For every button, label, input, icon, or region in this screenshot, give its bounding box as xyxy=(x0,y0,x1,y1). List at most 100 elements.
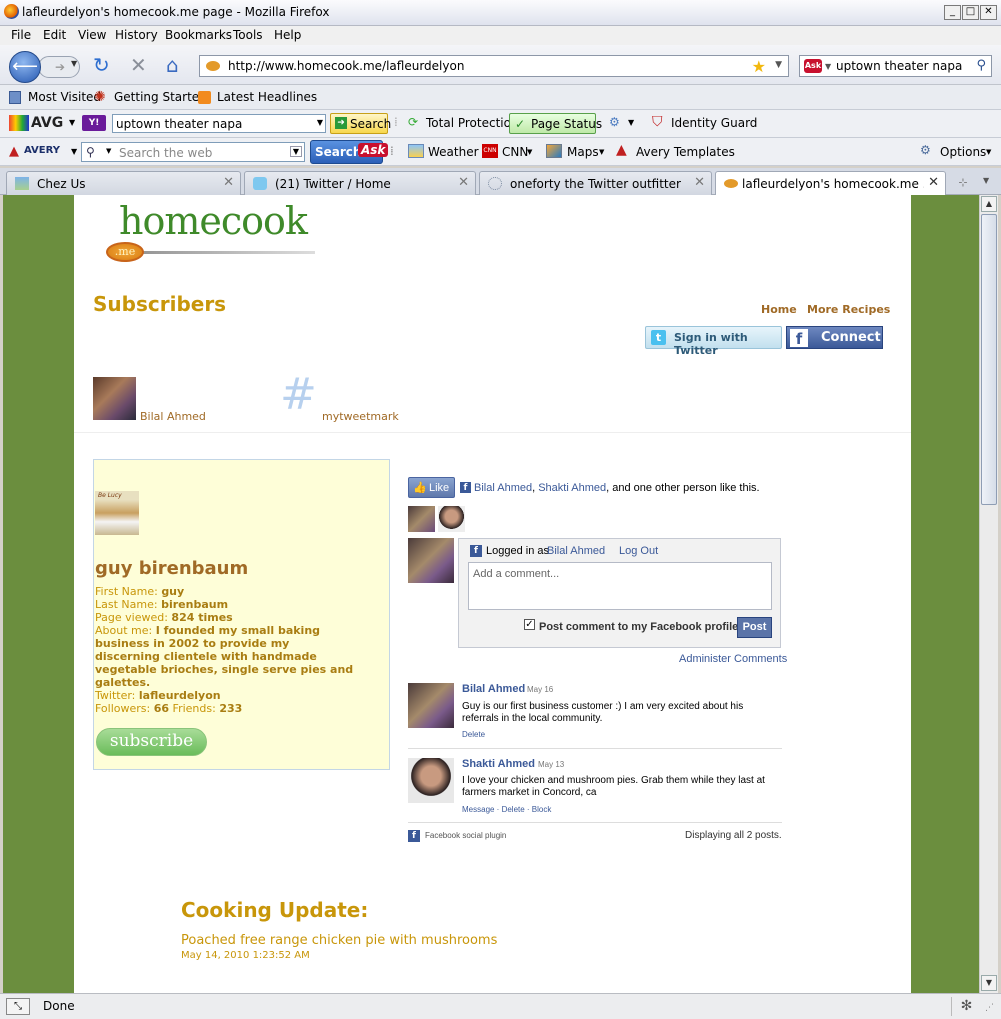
tab-twitter-home[interactable]: (21) Twitter / Home ✕ xyxy=(244,171,476,195)
vertical-scrollbar[interactable]: ▲ ▼ xyxy=(979,195,998,993)
liker-avatar[interactable] xyxy=(438,506,465,532)
facebook-like-button[interactable]: 👍 Like xyxy=(408,477,455,498)
maximize-button[interactable]: □ xyxy=(962,5,979,20)
subscriber-name-link[interactable]: mytweetmark xyxy=(322,410,399,423)
ask-engine-dropdown-icon[interactable]: ▼ xyxy=(106,147,111,155)
update-title[interactable]: Poached free range chicken pie with mush… xyxy=(181,933,497,948)
tab-close-icon[interactable]: ✕ xyxy=(458,175,469,190)
ask-search-button[interactable]: Search Ask xyxy=(310,140,389,164)
tab-chez-us[interactable]: Chez Us ✕ xyxy=(6,171,241,195)
avg-search-button[interactable]: ➜ Search xyxy=(330,113,392,134)
menu-tools[interactable]: Tools xyxy=(233,28,263,42)
page-status-button[interactable]: ✓ Page Status xyxy=(509,113,602,134)
url-bar[interactable]: http://www.homecook.me/lafleurdelyon ★ ▼ xyxy=(199,55,789,77)
hashtag-icon[interactable]: # xyxy=(280,373,317,417)
scroll-up-icon[interactable]: ▲ xyxy=(981,196,997,212)
twitter-row: Twitter: lafleurdelyon xyxy=(95,689,221,702)
logged-in-user-link[interactable]: Bilal Ahmed xyxy=(547,545,605,557)
commenter-avatar[interactable] xyxy=(408,758,454,803)
comment-input[interactable]: Add a comment... xyxy=(468,562,772,610)
page-viewed-row: Page viewed: 824 times xyxy=(95,611,233,624)
yahoo-logo-icon[interactable]: Y! xyxy=(82,115,106,131)
avg-tools-icon[interactable]: ⚙ xyxy=(609,115,620,129)
tab-oneforty[interactable]: oneforty the Twitter outfitter ✕ xyxy=(479,171,712,195)
addon-icon[interactable]: ✻ xyxy=(951,997,981,1016)
cnn-dropdown-icon[interactable]: ▼ xyxy=(527,148,532,156)
avery-templates-button[interactable]: Avery Templates xyxy=(636,145,735,159)
menu-history[interactable]: History xyxy=(115,28,158,42)
search-icon[interactable]: ⚲ xyxy=(976,58,986,73)
scroll-thumb[interactable] xyxy=(981,214,997,505)
maps-dropdown-icon[interactable]: ▼ xyxy=(599,148,604,156)
post-button[interactable]: Post xyxy=(737,617,772,638)
facebook-connect-button[interactable]: f Connect xyxy=(786,326,883,349)
avg-search-dropdown-icon[interactable]: ▼ xyxy=(317,118,323,127)
reload-icon[interactable]: ↻ xyxy=(93,55,110,75)
scroll-down-icon[interactable]: ▼ xyxy=(981,975,997,991)
engine-dropdown-icon[interactable]: ▼ xyxy=(825,62,831,71)
post-to-profile-checkbox[interactable]: ✓ xyxy=(524,619,535,630)
sign-in-twitter-button[interactable]: t Sign in with Twitter xyxy=(645,326,782,357)
history-dropdown-icon[interactable]: ▼ xyxy=(71,59,77,68)
cnn-button[interactable]: CNN xyxy=(502,145,528,159)
url-dropdown-icon[interactable]: ▼ xyxy=(775,60,782,70)
identity-guard-button[interactable]: Identity Guard xyxy=(671,116,757,130)
total-protection-button[interactable]: Total Protection xyxy=(426,116,519,130)
close-button[interactable]: ✕ xyxy=(980,5,997,20)
avg-search-input[interactable]: uptown theater napa ▼ xyxy=(112,114,326,133)
ask-search-input[interactable]: ⚲ ▼ Search the web ▼ xyxy=(81,142,305,162)
comment-divider xyxy=(408,822,782,823)
comment-author[interactable]: Bilal Ahmed xyxy=(462,683,525,695)
bookmark-most-visited[interactable]: Most Visited xyxy=(28,90,101,104)
menu-edit[interactable]: Edit xyxy=(43,28,66,42)
options-button[interactable]: Options xyxy=(940,145,986,159)
bookmark-star-icon[interactable]: ★ xyxy=(752,57,766,76)
avg-menu-dropdown-icon[interactable]: ▼ xyxy=(69,118,75,127)
commenter-avatar[interactable] xyxy=(408,683,454,728)
menu-view[interactable]: View xyxy=(78,28,106,42)
subscribe-button[interactable]: subscribe xyxy=(96,728,207,756)
options-dropdown-icon[interactable]: ▼ xyxy=(986,148,991,156)
subscriber-name-link[interactable]: Bilal Ahmed xyxy=(140,410,206,423)
bookmark-getting-started[interactable]: Getting Started xyxy=(114,90,207,104)
minimize-button[interactable]: _ xyxy=(944,5,961,20)
nav-home-link[interactable]: Home xyxy=(761,303,797,316)
home-icon[interactable]: ⌂ xyxy=(166,55,179,75)
social-plugin-link[interactable]: Facebook social plugin xyxy=(425,831,506,840)
tab-close-icon[interactable]: ✕ xyxy=(223,175,234,190)
subscriber-avatar[interactable] xyxy=(93,377,136,420)
tab-overflow-icon[interactable]: ▼ xyxy=(983,176,989,185)
logout-link[interactable]: Log Out xyxy=(619,545,658,557)
avg-search-label: Search xyxy=(350,117,392,131)
comment-delete-link[interactable]: Delete xyxy=(462,730,485,739)
comment-author[interactable]: Shakti Ahmed xyxy=(462,758,535,770)
administer-comments-link[interactable]: Administer Comments xyxy=(679,653,787,665)
ask-toolbar: ▲ AVERY ▼ ⚲ ▼ Search the web ▼ Search As… xyxy=(0,138,1001,166)
avery-menu-dropdown-icon[interactable]: ▼ xyxy=(71,147,77,156)
page-viewed-value: 824 times xyxy=(171,611,233,624)
maps-button[interactable]: Maps xyxy=(567,145,599,159)
last-name-row: Last Name: birenbaum xyxy=(95,598,228,611)
comment-actions[interactable]: Message · Delete · Block xyxy=(462,805,551,814)
stop-icon[interactable]: ✕ xyxy=(130,55,147,75)
weather-button[interactable]: Weather xyxy=(428,145,479,159)
liker-avatar[interactable] xyxy=(408,506,435,532)
bookmark-latest-headlines[interactable]: Latest Headlines xyxy=(217,90,317,104)
liker-link[interactable]: Bilal Ahmed xyxy=(474,482,532,494)
menu-file[interactable]: File xyxy=(11,28,31,42)
avg-tools-dropdown-icon[interactable]: ▼ xyxy=(628,118,634,127)
back-button[interactable]: ⟵ xyxy=(9,51,41,83)
tab-close-icon[interactable]: ✕ xyxy=(928,175,939,190)
search-bar[interactable]: Ask ▼ uptown theater napa ⚲ xyxy=(799,55,992,77)
facebook-logo-icon: f xyxy=(790,329,808,348)
ask-history-dropdown-icon[interactable]: ▼ xyxy=(289,146,302,157)
tab-homecook-active[interactable]: lafleurdelyon's homecook.me ... ✕ xyxy=(715,171,946,196)
homecook-logo-text[interactable]: homecook xyxy=(119,199,308,243)
nav-more-recipes-link[interactable]: More Recipes xyxy=(807,303,890,316)
menu-help[interactable]: Help xyxy=(274,28,301,42)
menu-bookmarks[interactable]: Bookmarks xyxy=(165,28,232,42)
tab-list-icon[interactable]: ⊹ xyxy=(952,172,974,194)
tab-close-icon[interactable]: ✕ xyxy=(694,175,705,190)
liker-link[interactable]: Shakti Ahmed xyxy=(538,482,606,494)
options-gear-icon: ⚙ xyxy=(920,143,931,157)
